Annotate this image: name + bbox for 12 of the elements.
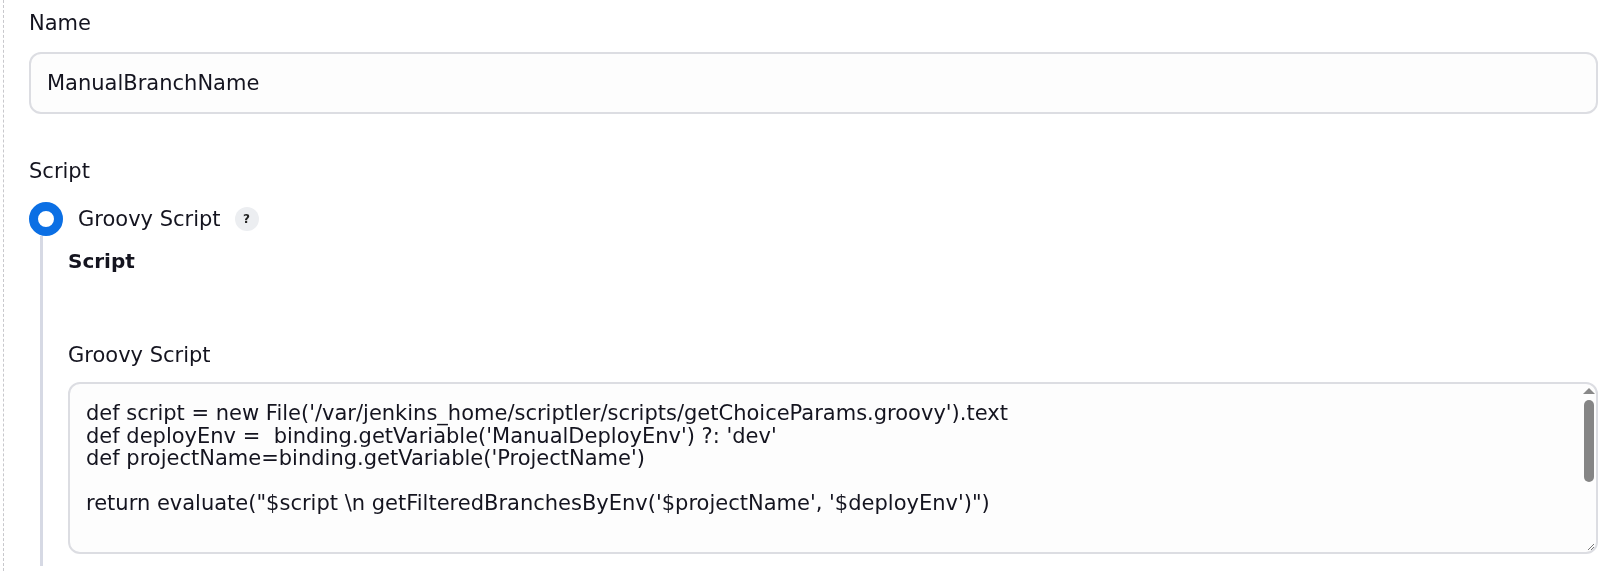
help-button[interactable]: ? [234,207,259,231]
scroll-up-icon[interactable] [1583,388,1595,394]
name-field[interactable]: ManualBranchName [29,52,1598,114]
section-label: Script [29,158,91,184]
panel-heading: Script [68,248,136,274]
field-label: Groovy Script [68,342,212,368]
radio-label[interactable]: Groovy Script [78,207,221,231]
radio-button[interactable] [29,202,63,236]
scrollbar-thumb[interactable] [1584,400,1594,482]
field-label: Name [29,10,92,36]
script-field[interactable]: def script = new File('/var/jenkins_home/scriptler/scripts/getChoiceParams.groovy').text def deployEnv = binding.getVariable('ManualDeployEnv') ?: 'dev' def projectName=binding.getVariable('ProjectName') return evaluate("$script \n getFilteredBranchesByEnv('$projectName', '$deployEnv')") [68,382,1598,554]
resize-handle-icon[interactable] [1585,541,1595,551]
